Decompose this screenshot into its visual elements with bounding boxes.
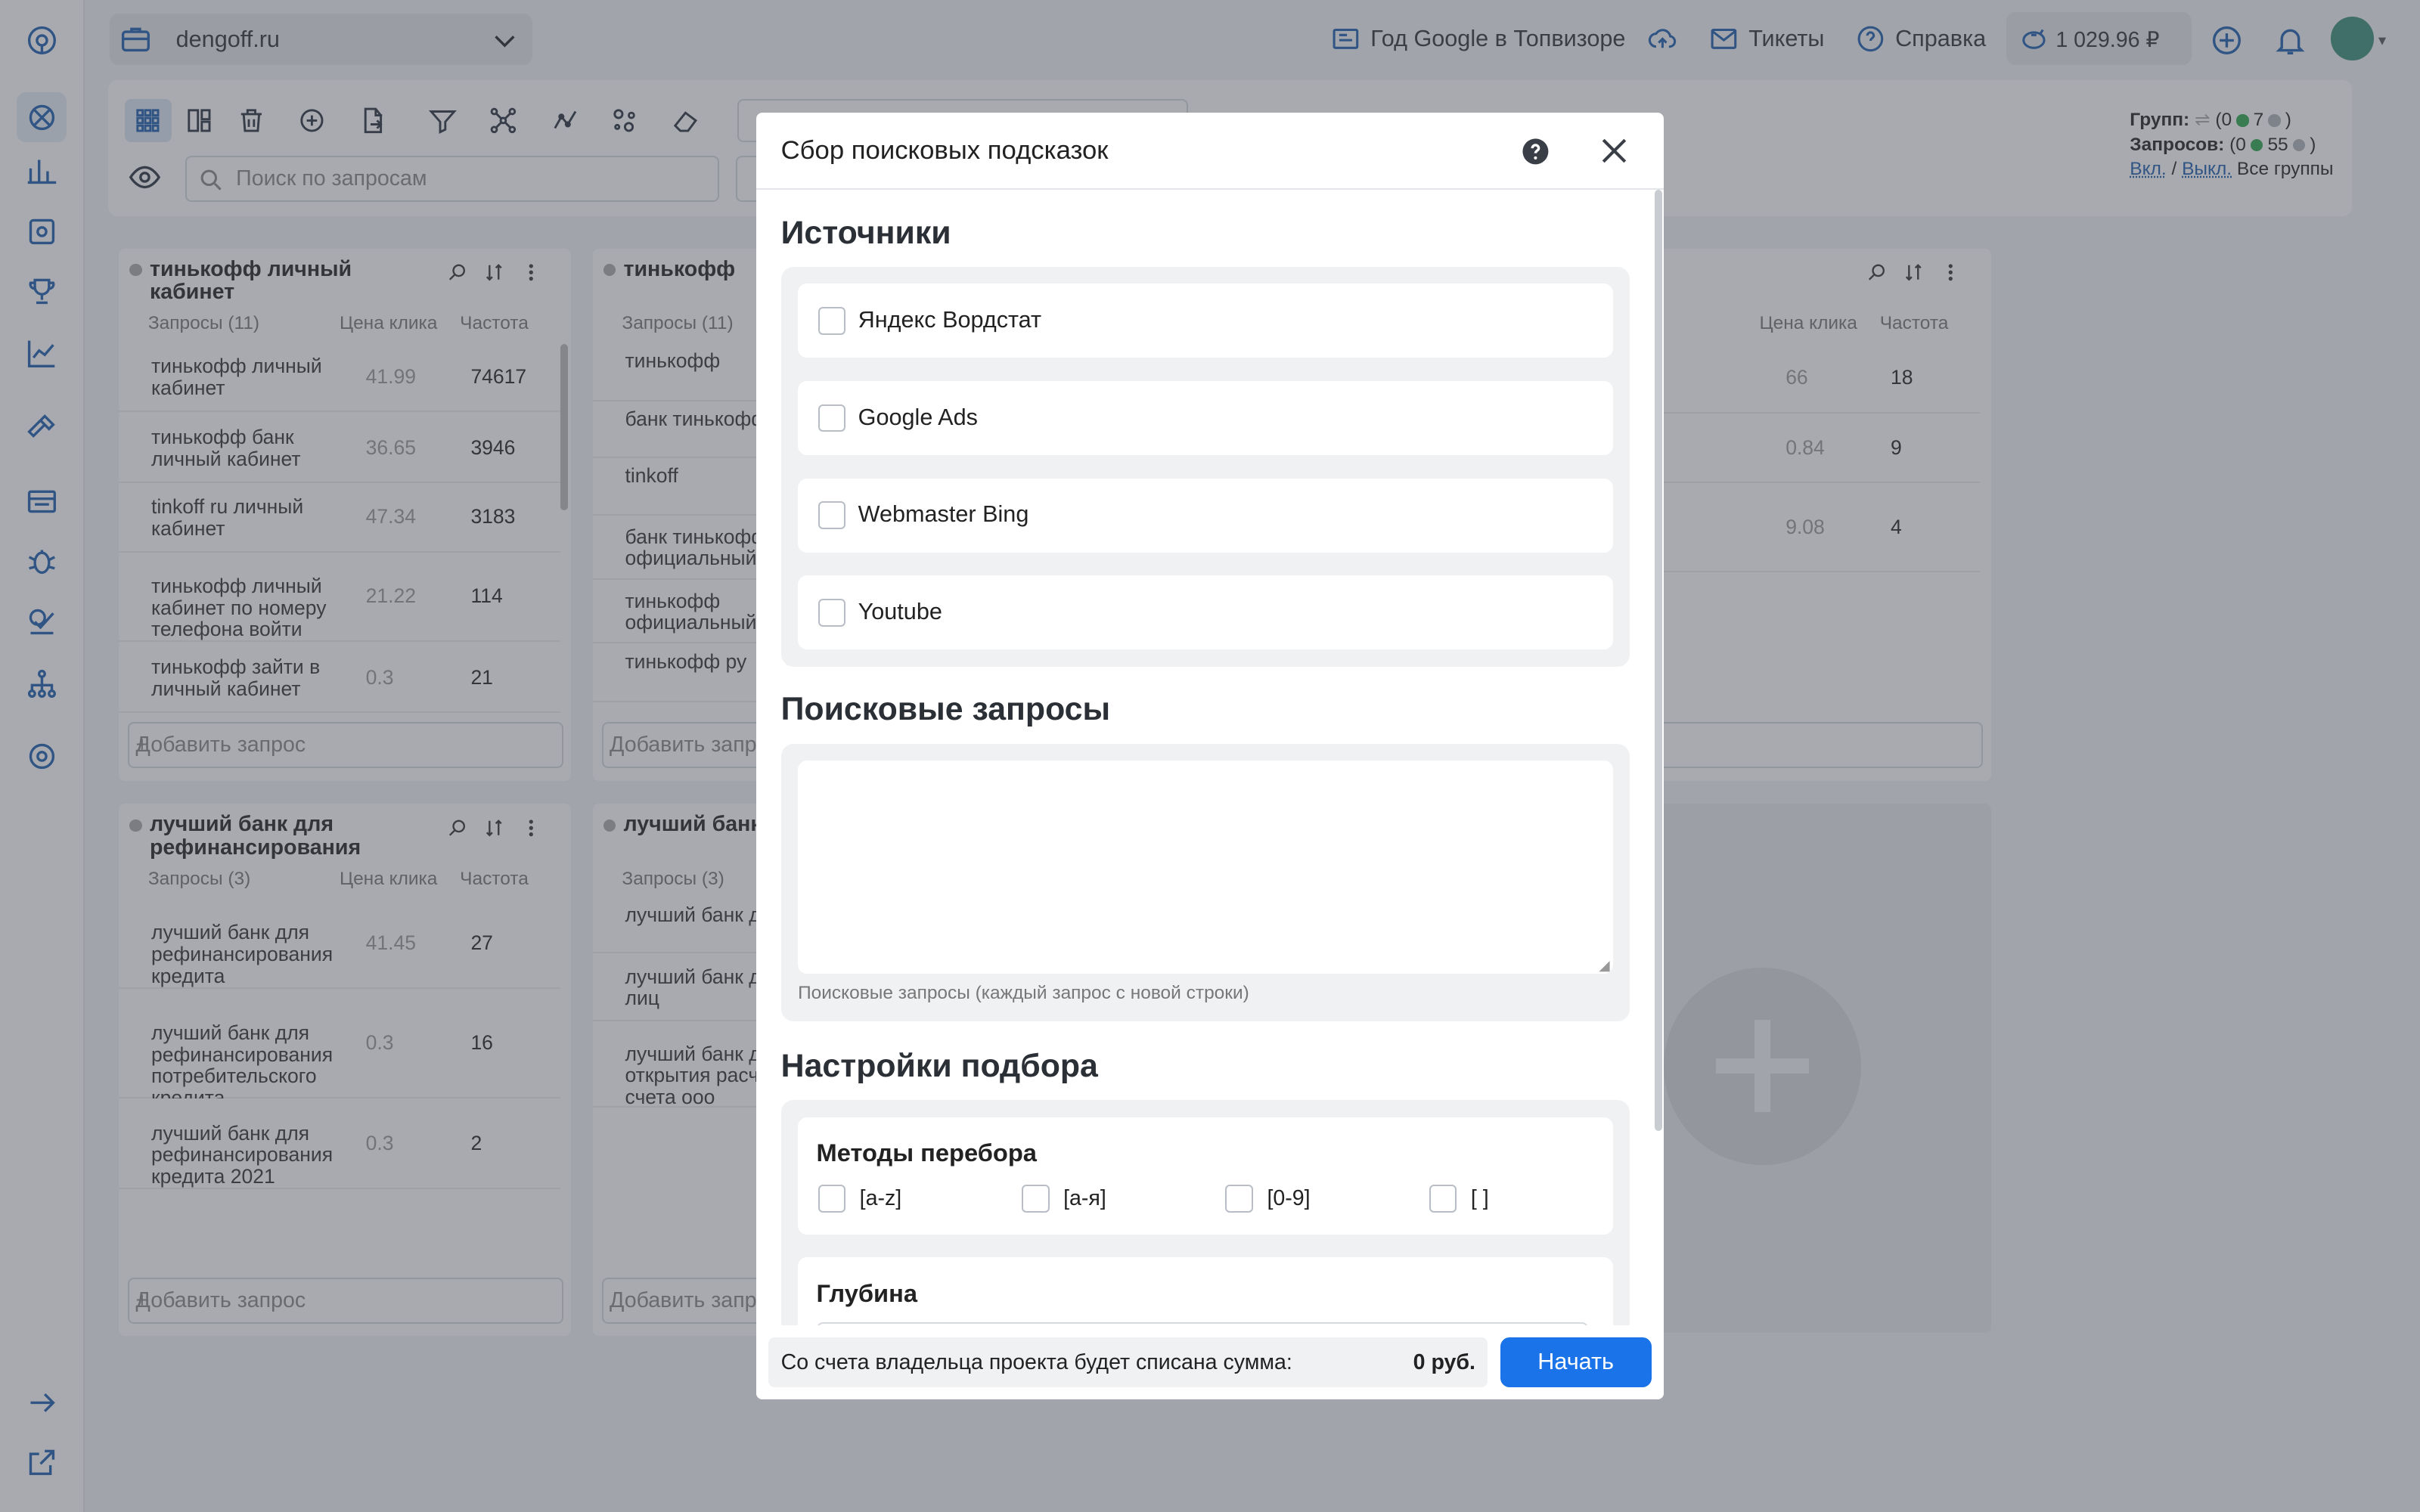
suggestions-modal: Сбор поисковых подсказок Источники Яндек… bbox=[755, 112, 1664, 1399]
source-checkbox[interactable] bbox=[818, 598, 846, 627]
source-option[interactable]: Яндекс Вордстат bbox=[798, 284, 1613, 358]
sources-box: Яндекс Вордстат Google Ads Webmaster Bin… bbox=[780, 267, 1630, 667]
method-checkbox[interactable] bbox=[1429, 1185, 1457, 1213]
sources-heading: Источники bbox=[780, 214, 951, 251]
source-label: Webmaster Bing bbox=[858, 501, 1029, 528]
method-option[interactable]: [a-z] bbox=[818, 1185, 1004, 1216]
method-label: [0-9] bbox=[1267, 1186, 1311, 1211]
modal-footer: Со счета владельца проекта будет списана… bbox=[755, 1325, 1664, 1399]
source-option[interactable]: Webmaster Bing bbox=[798, 478, 1613, 553]
method-checkbox[interactable] bbox=[1021, 1185, 1050, 1213]
depth-heading: Глубина bbox=[816, 1278, 917, 1307]
modal-body: Источники Яндекс Вордстат Google Ads Web… bbox=[756, 190, 1664, 1326]
modal-title: Сбор поисковых подсказок bbox=[780, 135, 1109, 165]
cost-summary: Со счета владельца проекта будет списана… bbox=[768, 1337, 1488, 1387]
method-option[interactable]: [ ] bbox=[1429, 1185, 1615, 1216]
method-checkbox[interactable] bbox=[818, 1185, 846, 1213]
source-checkbox[interactable] bbox=[818, 404, 846, 432]
method-option[interactable]: [а-я] bbox=[1021, 1185, 1207, 1216]
source-label: Google Ads bbox=[858, 404, 978, 430]
method-label: [а-я] bbox=[1063, 1186, 1106, 1211]
queries-textarea[interactable]: ◢ bbox=[798, 761, 1613, 974]
close-icon[interactable] bbox=[1596, 132, 1633, 175]
depth-panel: Глубина bbox=[798, 1257, 1613, 1326]
help-circle-icon[interactable] bbox=[1520, 136, 1551, 173]
queries-hint: Поисковые запросы (каждый запрос с новой… bbox=[798, 982, 1249, 1003]
modal-scrollbar[interactable] bbox=[1654, 190, 1662, 1131]
source-checkbox[interactable] bbox=[818, 501, 846, 529]
method-label: [ ] bbox=[1470, 1186, 1489, 1211]
cost-amount: 0 руб. bbox=[1413, 1349, 1475, 1374]
source-option[interactable]: Google Ads bbox=[798, 381, 1613, 455]
settings-heading: Настройки подбора bbox=[780, 1047, 1098, 1084]
start-button[interactable]: Начать bbox=[1500, 1337, 1652, 1387]
source-option[interactable]: Youtube bbox=[798, 575, 1613, 650]
resize-handle-icon[interactable]: ◢ bbox=[1599, 957, 1609, 974]
cost-label: Со счета владельца проекта будет списана… bbox=[780, 1349, 1292, 1374]
method-label: [a-z] bbox=[859, 1186, 902, 1211]
modal-header: Сбор поисковых подсказок bbox=[755, 113, 1664, 190]
methods-panel: Методы перебора [a-z] [а-я] [0-9] [ ] bbox=[798, 1117, 1613, 1235]
methods-heading: Методы перебора bbox=[816, 1139, 1037, 1167]
source-label: Youtube bbox=[858, 598, 942, 624]
queries-box: ◢ Поисковые запросы (каждый запрос с нов… bbox=[780, 743, 1630, 1021]
settings-box: Методы перебора [a-z] [а-я] [0-9] [ ] Гл… bbox=[780, 1100, 1630, 1326]
method-checkbox[interactable] bbox=[1225, 1185, 1254, 1213]
source-checkbox[interactable] bbox=[818, 307, 846, 335]
queries-heading: Поисковые запросы bbox=[780, 691, 1111, 728]
method-option[interactable]: [0-9] bbox=[1225, 1185, 1410, 1216]
source-label: Яндекс Вордстат bbox=[858, 307, 1042, 333]
